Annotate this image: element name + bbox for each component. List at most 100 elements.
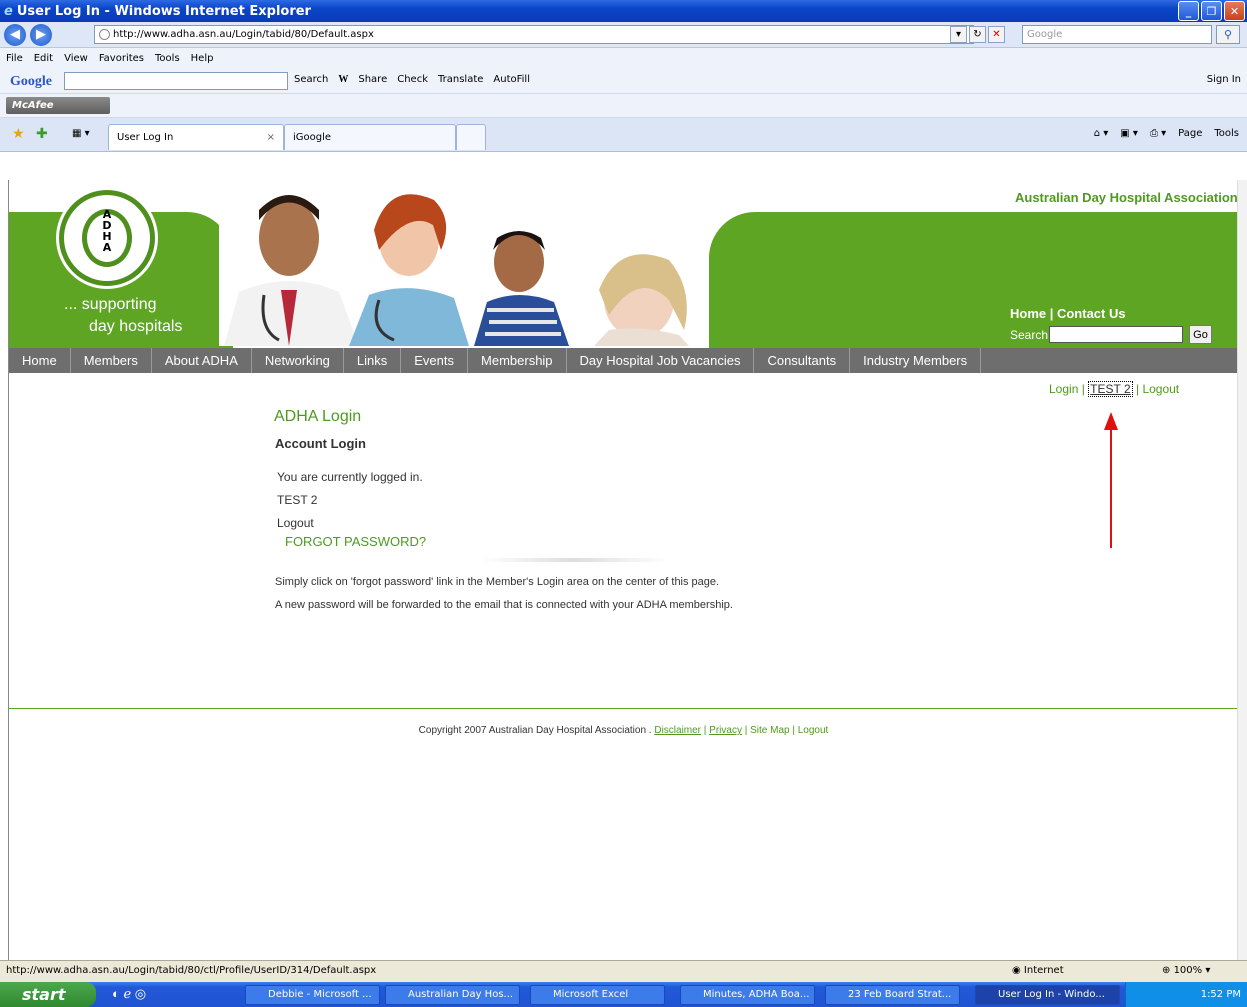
home-icon[interactable]: ⌂ ▾ bbox=[1094, 128, 1109, 139]
menu-favorites[interactable]: Favorites bbox=[99, 53, 144, 64]
menu-help[interactable]: Help bbox=[191, 53, 214, 64]
mcafee-button[interactable]: McAfee bbox=[6, 97, 110, 114]
tab-label: User Log In bbox=[117, 132, 174, 143]
nav-membership[interactable]: Membership bbox=[468, 348, 567, 373]
go-button[interactable]: Go bbox=[1189, 325, 1212, 344]
toolbar-autofill[interactable]: AutoFill bbox=[493, 74, 530, 85]
divider-smudge bbox=[479, 558, 669, 562]
login-link[interactable]: Login bbox=[1049, 382, 1078, 396]
windows-taskbar: start ◐ ℯ ◎ Debbie - Microsoft ... Austr… bbox=[0, 982, 1247, 1007]
page-menu[interactable]: Page bbox=[1178, 128, 1202, 139]
google-toolbar-items: Search W Share Check Translate AutoFill bbox=[294, 74, 530, 85]
address-bar[interactable]: http://www.adha.asn.au/Login/tabid/80/De… bbox=[94, 25, 974, 44]
sign-in-link[interactable]: Sign In bbox=[1207, 74, 1241, 85]
window-title: User Log In - Windows Internet Explorer bbox=[16, 3, 311, 19]
page-scrollbar[interactable] bbox=[1237, 180, 1247, 960]
disclaimer-link[interactable]: Disclaimer bbox=[654, 725, 701, 736]
quick-launch-icons[interactable]: ◐ ℯ ◎ bbox=[112, 986, 146, 1002]
favorites-star-icon[interactable]: ★ bbox=[12, 126, 25, 142]
footer-links[interactable]: | Site Map | Logout bbox=[742, 725, 829, 736]
status-link-url: http://www.adha.asn.au/Login/tabid/80/ct… bbox=[6, 965, 377, 976]
account-login-heading: Account Login bbox=[275, 436, 366, 451]
nav-events[interactable]: Events bbox=[401, 348, 469, 373]
header-links[interactable]: Home | Contact Us bbox=[1010, 306, 1126, 321]
search-icon[interactable]: ⚲ bbox=[1216, 25, 1240, 44]
task-australian-day[interactable]: Australian Day Hos... bbox=[385, 985, 520, 1005]
maximize-button[interactable]: ❐ bbox=[1201, 1, 1222, 21]
zoom-level: 100% bbox=[1173, 965, 1203, 976]
google-toolbar-input[interactable] bbox=[64, 72, 288, 90]
address-controls: ▾ ↻ ✕ bbox=[950, 26, 1005, 43]
page-viewport: A D H A ... supporting day hospitals Aus… bbox=[8, 180, 1238, 960]
toolbar-search[interactable]: Search bbox=[294, 74, 328, 85]
logout-link[interactable]: Logout bbox=[1142, 382, 1179, 396]
toolbar-translate[interactable]: Translate bbox=[438, 74, 483, 85]
user-profile-link[interactable]: TEST 2 bbox=[1088, 381, 1133, 397]
separator: | bbox=[1078, 382, 1089, 396]
nav-links[interactable]: Links bbox=[344, 348, 402, 373]
nav-home[interactable]: Home bbox=[9, 348, 71, 373]
header-photo bbox=[219, 180, 709, 346]
toolbar-wikipedia[interactable]: W bbox=[338, 74, 348, 85]
nav-about[interactable]: About ADHA bbox=[152, 348, 252, 373]
back-button[interactable]: ◀ bbox=[4, 23, 26, 46]
status-bar: http://www.adha.asn.au/Login/tabid/80/ct… bbox=[0, 960, 1247, 982]
command-bar: ⌂ ▾ ▣ ▾ ⎙ ▾ Page Tools bbox=[1094, 128, 1239, 139]
window-controls: _ ❐ ✕ bbox=[1178, 1, 1245, 21]
menu-edit[interactable]: Edit bbox=[34, 53, 53, 64]
login-status: You are currently logged in. bbox=[277, 470, 423, 484]
tab-user-log-in[interactable]: User Log In × bbox=[108, 124, 284, 150]
minimize-button[interactable]: _ bbox=[1178, 1, 1199, 21]
google-toolbar: Google Search W Share Check Translate Au… bbox=[0, 68, 1247, 94]
privacy-link[interactable]: Privacy bbox=[709, 725, 742, 736]
task-user-log-in[interactable]: User Log In - Windo... bbox=[975, 985, 1120, 1005]
ie-icon: e bbox=[4, 3, 13, 19]
task-board-strat[interactable]: 23 Feb Board Strat... bbox=[825, 985, 960, 1005]
tab-label: iGoogle bbox=[293, 132, 332, 143]
new-tab-button[interactable] bbox=[456, 124, 486, 150]
task-debbie[interactable]: Debbie - Microsoft ... bbox=[245, 985, 380, 1005]
main-nav: Home Members About ADHA Networking Links… bbox=[9, 348, 1238, 373]
forgot-password-link[interactable]: FORGOT PASSWORD? bbox=[285, 534, 426, 549]
mcafee-toolbar: McAfee bbox=[0, 94, 1247, 118]
nav-consultants[interactable]: Consultants bbox=[754, 348, 851, 373]
info-text-2: A new password will be forwarded to the … bbox=[275, 599, 733, 611]
site-footer: Copyright 2007 Australian Day Hospital A… bbox=[9, 725, 1238, 736]
nav-networking[interactable]: Networking bbox=[252, 348, 344, 373]
nav-job-vacancies[interactable]: Day Hospital Job Vacancies bbox=[567, 348, 755, 373]
menu-view[interactable]: View bbox=[64, 53, 88, 64]
menu-tools[interactable]: Tools bbox=[155, 53, 180, 64]
close-button[interactable]: ✕ bbox=[1224, 1, 1245, 21]
clock[interactable]: 1:52 PM bbox=[1201, 989, 1241, 1000]
browser-search-input[interactable]: Google bbox=[1022, 25, 1212, 44]
nav-industry-members[interactable]: Industry Members bbox=[850, 348, 982, 373]
nav-members[interactable]: Members bbox=[71, 348, 152, 373]
tab-igoogle[interactable]: iGoogle bbox=[284, 124, 456, 150]
page-title: ADHA Login bbox=[274, 408, 362, 425]
site-search-label: Search bbox=[1010, 328, 1049, 342]
forward-button[interactable]: ▶ bbox=[30, 23, 52, 46]
site-search-input[interactable] bbox=[1049, 326, 1183, 343]
print-icon[interactable]: ⎙ ▾ bbox=[1150, 128, 1166, 139]
task-excel[interactable]: Microsoft Excel bbox=[530, 985, 665, 1005]
start-button[interactable]: start bbox=[0, 982, 96, 1007]
feeds-icon[interactable]: ▣ ▾ bbox=[1120, 128, 1138, 139]
google-logo: Google bbox=[10, 74, 52, 89]
menu-file[interactable]: File bbox=[6, 53, 23, 64]
tools-menu[interactable]: Tools bbox=[1214, 128, 1239, 139]
menu-bar: File Edit View Favorites Tools Help bbox=[0, 48, 1247, 68]
stop-icon[interactable]: ✕ bbox=[988, 26, 1005, 43]
task-minutes[interactable]: Minutes, ADHA Boa... bbox=[680, 985, 815, 1005]
toolbar-share[interactable]: Share bbox=[358, 74, 387, 85]
add-favorite-icon[interactable]: ✚ bbox=[36, 126, 48, 142]
logged-in-user: TEST 2 bbox=[277, 493, 318, 507]
refresh-icon[interactable]: ↻ bbox=[969, 26, 986, 43]
zoom-control[interactable]: ⊕ 100% ▾ bbox=[1162, 961, 1210, 981]
quick-tabs-icon[interactable]: ▦ ▾ bbox=[72, 128, 90, 139]
close-tab-icon[interactable]: × bbox=[267, 132, 275, 143]
adha-logo[interactable]: A D H A bbox=[59, 190, 155, 286]
address-url: http://www.adha.asn.au/Login/tabid/80/De… bbox=[113, 29, 374, 40]
logout-button[interactable]: Logout bbox=[277, 516, 314, 530]
dropdown-icon[interactable]: ▾ bbox=[950, 26, 967, 43]
toolbar-check[interactable]: Check bbox=[397, 74, 428, 85]
